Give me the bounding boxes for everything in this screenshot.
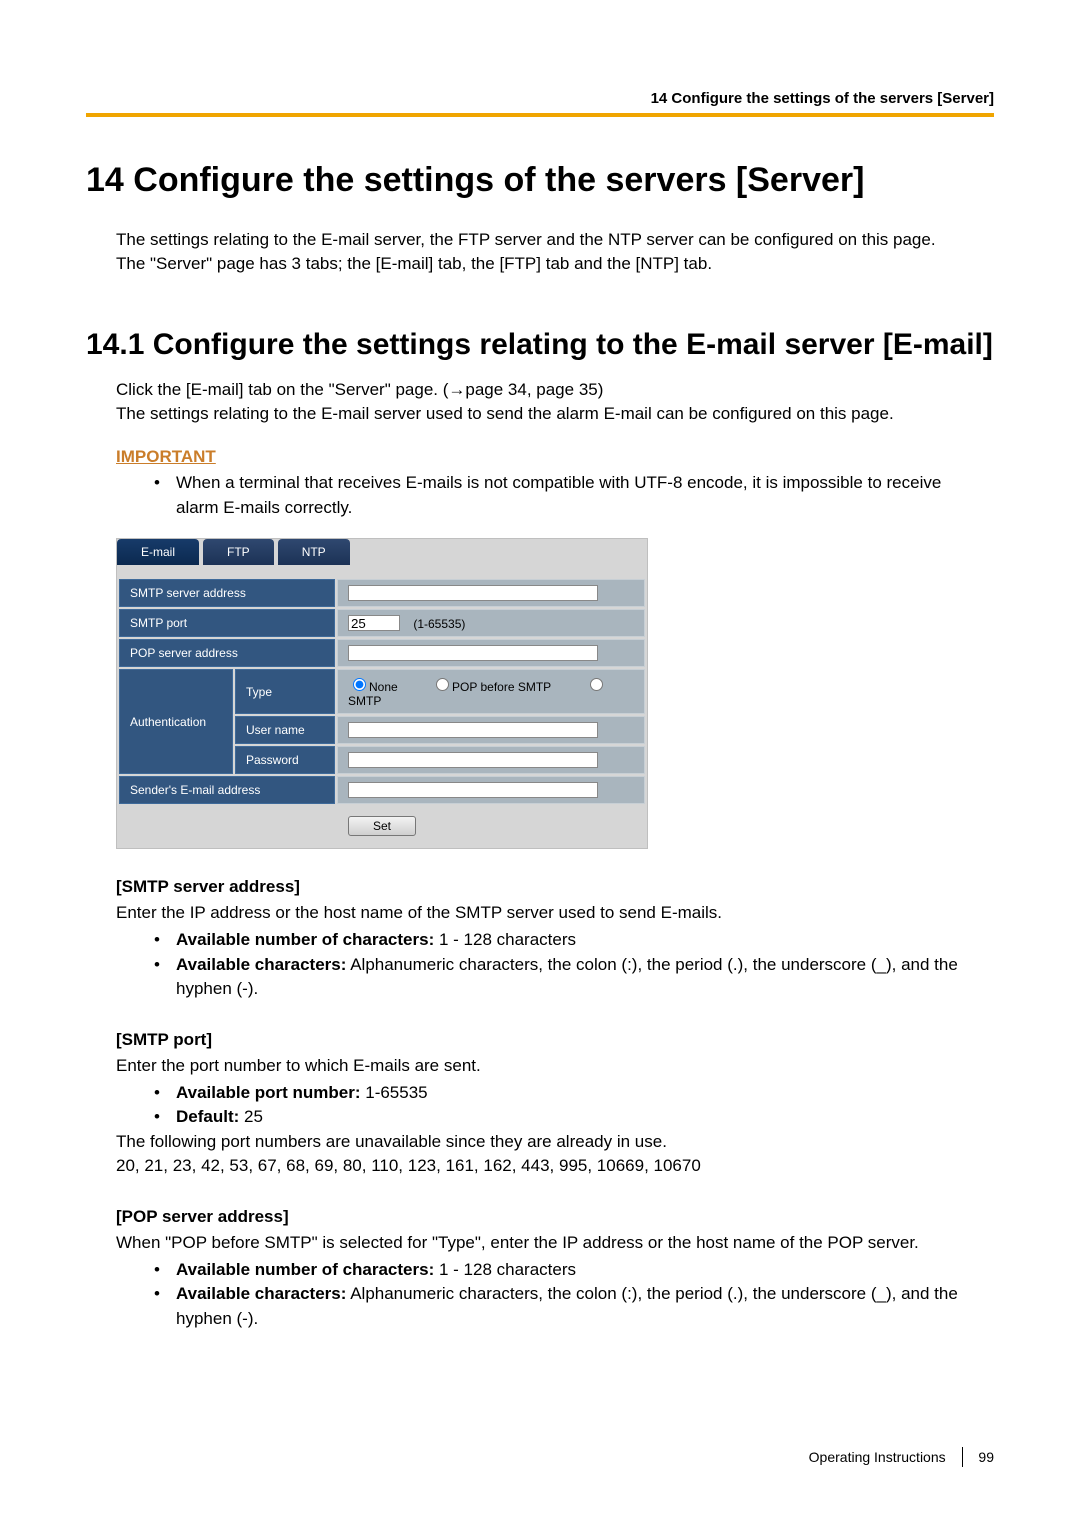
tab-email[interactable]: E-mail bbox=[117, 539, 199, 565]
footer-doc-title: Operating Instructions bbox=[809, 1449, 946, 1465]
auth-username-input[interactable] bbox=[348, 722, 598, 738]
email-settings-panel: E-mail FTP NTP SMTP server address SMTP … bbox=[116, 538, 648, 849]
footer-page-number: 99 bbox=[978, 1449, 994, 1465]
auth-type-pop-before-smtp[interactable]: POP before SMTP bbox=[431, 680, 551, 694]
auth-password-input[interactable] bbox=[348, 752, 598, 768]
auth-password-label: Password bbox=[235, 746, 335, 774]
smtp-server-address-input[interactable] bbox=[348, 585, 598, 601]
smtp-port-input[interactable] bbox=[348, 615, 400, 631]
tab-ntp[interactable]: NTP bbox=[278, 539, 350, 565]
authentication-label: Authentication bbox=[119, 669, 233, 774]
running-head: 14 Configure the settings of the servers… bbox=[86, 90, 994, 107]
smtp-server-address-label: SMTP server address bbox=[119, 579, 335, 607]
smtp-addr-desc: Enter the IP address or the host name of… bbox=[116, 901, 964, 926]
pop-addr-heading: [POP server address] bbox=[116, 1207, 964, 1227]
header-rule bbox=[86, 113, 994, 117]
smtp-port-bullet-2: Default: 25 bbox=[154, 1105, 964, 1130]
auth-type-none[interactable]: None bbox=[348, 680, 398, 694]
heading-14-1: 14.1 Configure the settings relating to … bbox=[86, 325, 994, 364]
smtp-port-note-2: 20, 21, 23, 42, 53, 67, 68, 69, 80, 110,… bbox=[116, 1154, 964, 1179]
smtp-addr-bullet-2: Available characters: Alphanumeric chara… bbox=[154, 953, 964, 1002]
p-14-1a: Click the [E-mail] tab on the "Server" p… bbox=[116, 378, 964, 403]
heading-14: 14 Configure the settings of the servers… bbox=[86, 159, 994, 202]
important-item: When a terminal that receives E-mails is… bbox=[154, 471, 964, 520]
smtp-port-label: SMTP port bbox=[119, 609, 335, 637]
smtp-port-heading: [SMTP port] bbox=[116, 1030, 964, 1050]
pop-server-address-label: POP server address bbox=[119, 639, 335, 667]
pop-addr-bullet-1: Available number of characters: 1 - 128 … bbox=[154, 1258, 964, 1283]
set-button[interactable]: Set bbox=[348, 816, 416, 836]
tab-ftp[interactable]: FTP bbox=[203, 539, 274, 565]
pop-server-address-input[interactable] bbox=[348, 645, 598, 661]
intro-paragraph: The settings relating to the E-mail serv… bbox=[116, 228, 964, 277]
sender-email-input[interactable] bbox=[348, 782, 598, 798]
footer: Operating Instructions 99 bbox=[809, 1447, 994, 1467]
important-label: IMPORTANT bbox=[116, 447, 994, 467]
auth-type-label: Type bbox=[235, 669, 335, 714]
pop-addr-desc: When "POP before SMTP" is selected for "… bbox=[116, 1231, 964, 1256]
smtp-port-desc: Enter the port number to which E-mails a… bbox=[116, 1054, 964, 1079]
p-14-1b: The settings relating to the E-mail serv… bbox=[116, 402, 964, 427]
smtp-port-bullet-1: Available port number: 1-65535 bbox=[154, 1081, 964, 1106]
smtp-addr-bullet-1: Available number of characters: 1 - 128 … bbox=[154, 928, 964, 953]
sender-email-label: Sender's E-mail address bbox=[119, 776, 335, 804]
pop-addr-bullet-2: Available characters: Alphanumeric chara… bbox=[154, 1282, 964, 1331]
smtp-addr-heading: [SMTP server address] bbox=[116, 877, 964, 897]
smtp-port-note-1: The following port numbers are unavailab… bbox=[116, 1130, 964, 1155]
auth-username-label: User name bbox=[235, 716, 335, 744]
smtp-port-range: (1-65535) bbox=[413, 617, 465, 631]
